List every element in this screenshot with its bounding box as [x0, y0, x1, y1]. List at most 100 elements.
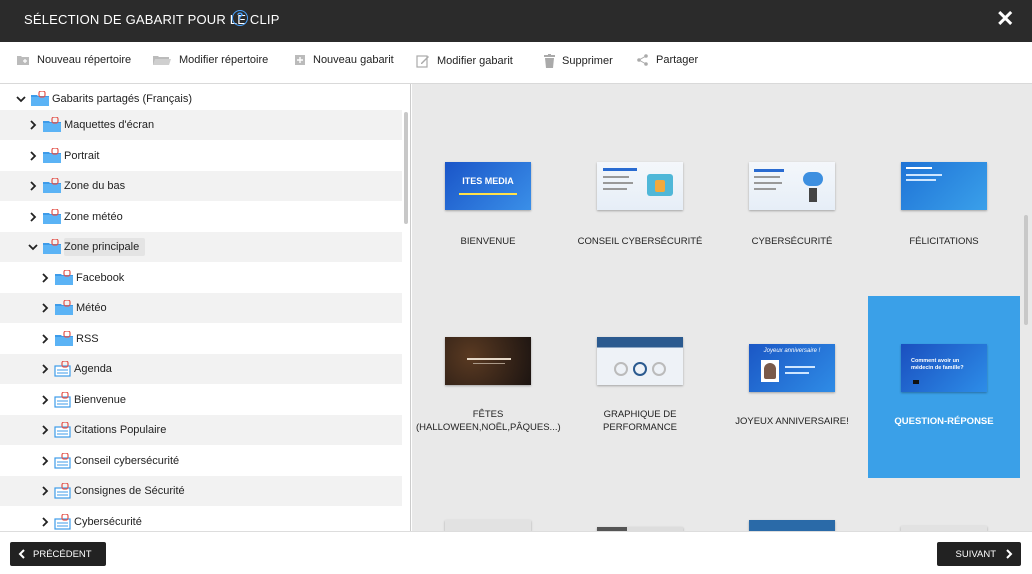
tree-item[interactable]: RSS: [0, 324, 402, 354]
template-thumbnail: [749, 162, 835, 210]
template-tile[interactable]: [412, 478, 564, 531]
template-label: FÊTES (HALLOWEEN,NOËL,PÂQUES...): [416, 409, 561, 433]
tree-item-label: Zone du bas: [64, 180, 126, 192]
tree-item-label: Citations Populaire: [74, 424, 167, 436]
chevron-right-icon[interactable]: [40, 273, 50, 283]
thumbnail-logo-text: ITES MEDIA: [462, 176, 514, 186]
tree-template-item[interactable]: Bienvenue: [0, 385, 402, 415]
chevron-down-icon[interactable]: [28, 242, 38, 252]
edit-template-label: Modifier gabarit: [437, 55, 513, 67]
locked-folder-icon: [43, 148, 61, 163]
next-label: SUIVANT: [955, 548, 996, 560]
locked-template-icon: [54, 422, 71, 438]
tree-template-item[interactable]: Consignes de Sécurité: [0, 476, 402, 506]
chevron-right-icon: [1006, 549, 1013, 559]
template-tile[interactable]: [716, 478, 868, 531]
thumbnail-text: Joyeux anniversaire !: [763, 348, 821, 354]
chevron-right-icon[interactable]: [40, 303, 50, 313]
share-button[interactable]: Partager: [637, 54, 698, 66]
template-thumbnail: Comment avoir un médecin de famille?: [901, 344, 987, 392]
tree-item-label: Consignes de Sécurité: [74, 485, 185, 497]
locked-folder-icon: [55, 331, 73, 346]
previous-button[interactable]: PRÉCÉDENT: [10, 542, 106, 566]
tree-item-label: Zone météo: [64, 211, 123, 223]
chevron-right-icon[interactable]: [40, 334, 50, 344]
chevron-right-icon[interactable]: [28, 212, 38, 222]
tree-item-label: RSS: [76, 333, 99, 345]
chevron-right-icon[interactable]: [40, 395, 50, 405]
tree-item[interactable]: Maquettes d'écran: [0, 110, 402, 140]
template-tile[interactable]: FÊTES (HALLOWEEN,NOËL,PÂQUES...): [412, 296, 564, 478]
trash-icon: [544, 54, 555, 68]
tree-item-label: Cybersécurité: [74, 516, 142, 528]
tree-item-label: Météo: [76, 302, 107, 314]
chevron-right-icon[interactable]: [28, 181, 38, 191]
tree-item[interactable]: Météo: [0, 293, 402, 323]
locked-folder-icon: [43, 209, 61, 224]
new-folder-button[interactable]: Nouveau répertoire: [16, 54, 131, 66]
template-tile[interactable]: FÉLICITATIONS: [868, 114, 1020, 296]
template-label: JOYEUX ANNIVERSAIRE!: [735, 416, 849, 427]
chevron-right-icon[interactable]: [40, 456, 50, 466]
template-tile-selected[interactable]: Comment avoir un médecin de famille? QUE…: [868, 296, 1020, 478]
chevron-right-icon[interactable]: [40, 486, 50, 496]
locked-folder-icon: [55, 270, 73, 285]
template-thumbnail: [597, 337, 683, 385]
template-grid: ITES MEDIA BIENVENUE CONSEIL CYBERSÉCURI…: [412, 84, 1032, 531]
locked-template-icon: [54, 453, 71, 469]
tree-template-item[interactable]: Cybersécurité: [0, 507, 402, 531]
template-label: BIENVENUE: [460, 236, 516, 247]
shared-folder-icon: [31, 91, 49, 106]
template-thumbnail: Joyeux anniversaire !: [749, 344, 835, 392]
delete-button[interactable]: Supprimer: [544, 54, 613, 68]
thumbnail-text: Comment avoir un médecin de famille?: [911, 358, 964, 371]
locked-template-icon: [54, 483, 71, 499]
edit-folder-button[interactable]: Modifier répertoire: [152, 54, 268, 66]
tree-template-item[interactable]: Citations Populaire: [0, 415, 402, 445]
template-tile[interactable]: CONSEIL CYBERSÉCURITÉ: [564, 114, 716, 296]
tree-item[interactable]: Facebook: [0, 263, 402, 293]
template-tile[interactable]: GRAPHIQUE DE PERFORMANCE: [564, 296, 716, 478]
edit-template-icon: [416, 55, 429, 68]
chevron-down-icon[interactable]: [16, 94, 26, 104]
template-label: FÉLICITATIONS: [909, 236, 979, 247]
tree-root-label: Gabarits partagés (Français): [52, 93, 192, 105]
help-icon[interactable]: ?: [232, 10, 248, 26]
dialog-titlebar: SÉLECTION DE GABARIT POUR LE CLIP ? ✕: [0, 0, 1032, 42]
tree-template-item[interactable]: Conseil cybersécurité: [0, 446, 402, 476]
template-label: GRAPHIQUE DE PERFORMANCE: [603, 409, 677, 433]
template-tile[interactable]: Joyeux anniversaire ! JOYEUX ANNIVERSAIR…: [716, 296, 868, 478]
chevron-right-icon[interactable]: [40, 364, 50, 374]
next-button[interactable]: SUIVANT: [937, 542, 1021, 566]
locked-template-icon: [54, 361, 71, 377]
locked-template-icon: [54, 392, 71, 408]
tree-item[interactable]: Zone météo: [0, 202, 402, 232]
tree-scrollbar[interactable]: [404, 112, 408, 224]
template-tile[interactable]: CYBERSÉCURITÉ: [716, 114, 868, 296]
template-tile[interactable]: ITES MEDIA BIENVENUE: [412, 114, 564, 296]
tree-item[interactable]: Portrait: [0, 141, 402, 171]
template-thumbnail: [597, 162, 683, 210]
tree-template-item[interactable]: Agenda: [0, 354, 402, 384]
toolbar: Nouveau répertoire Modifier répertoire N…: [0, 42, 1032, 84]
chevron-left-icon: [18, 549, 25, 559]
chevron-right-icon[interactable]: [28, 120, 38, 130]
tree-item[interactable]: Zone du bas: [0, 171, 402, 201]
template-label: CONSEIL CYBERSÉCURITÉ: [577, 236, 703, 247]
template-tile[interactable]: [868, 478, 1020, 531]
tree-item-selected[interactable]: Zone principale: [0, 232, 402, 262]
chevron-right-icon[interactable]: [40, 425, 50, 435]
template-thumbnail: [901, 162, 987, 210]
close-icon[interactable]: ✕: [996, 8, 1014, 30]
new-template-label: Nouveau gabarit: [313, 54, 394, 66]
edit-folder-label: Modifier répertoire: [179, 54, 269, 66]
template-tile[interactable]: [564, 478, 716, 531]
new-template-button[interactable]: Nouveau gabarit: [294, 54, 394, 66]
edit-template-button[interactable]: Modifier gabarit: [416, 54, 513, 68]
dialog-footer: PRÉCÉDENT SUIVANT: [0, 531, 1032, 574]
chevron-right-icon[interactable]: [40, 517, 50, 527]
chevron-right-icon[interactable]: [28, 151, 38, 161]
new-folder-label: Nouveau répertoire: [37, 54, 132, 66]
template-thumbnail: [445, 337, 531, 385]
grid-scrollbar[interactable]: [1024, 215, 1028, 325]
